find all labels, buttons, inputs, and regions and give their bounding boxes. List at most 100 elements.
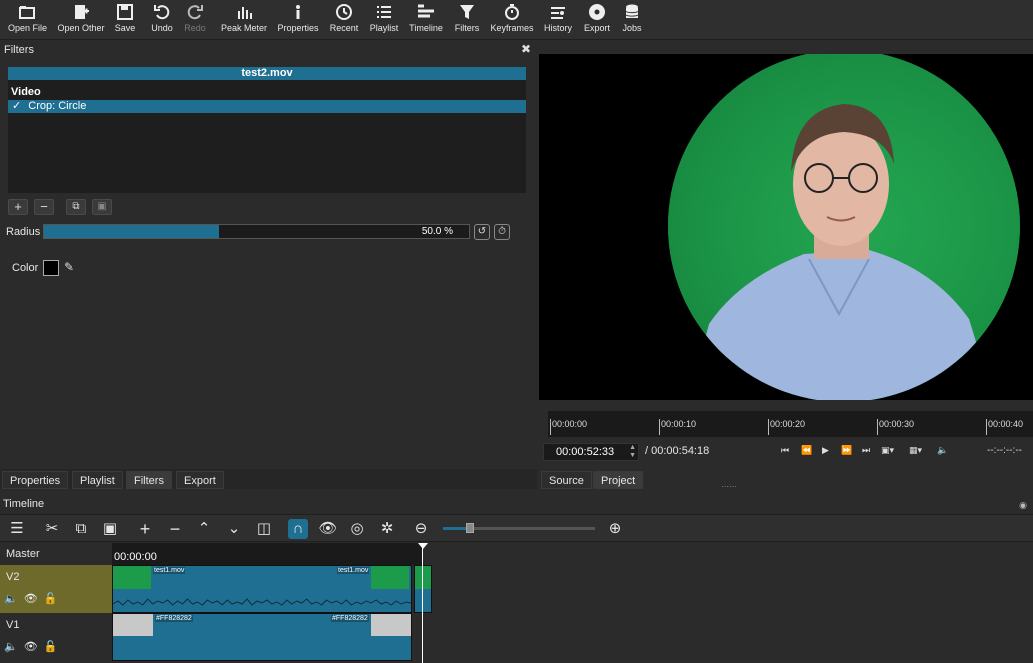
ruler-tick: 00:00:20 [768, 419, 805, 435]
open-file-label: Open File [8, 23, 48, 33]
current-time-field[interactable]: 00:00:52:33 ▲ ▼ [543, 443, 639, 461]
zoom-slider-handle[interactable] [466, 523, 474, 533]
visibility-icon[interactable]: 👁 [24, 641, 44, 653]
timeline-menu-icon[interactable]: ☰ [7, 519, 27, 539]
grid-icon[interactable]: ▦▾ [909, 445, 922, 456]
ruler-tick: 00:00:10 [659, 419, 696, 435]
timeline-ruler[interactable]: 00:00:00 [112, 543, 422, 565]
visibility-icon[interactable]: 👁 [24, 593, 44, 605]
mute-icon[interactable]: 🔈 [4, 641, 24, 653]
open-other-label: Open Other [57, 23, 105, 33]
clip-test2-v2[interactable] [414, 565, 432, 613]
close-icon[interactable]: ✖ [521, 42, 531, 56]
playhead[interactable] [422, 543, 423, 663]
recent-button[interactable]: Recent [328, 3, 360, 37]
eyedropper-icon[interactable]: ✎ [64, 260, 78, 276]
overwrite-icon[interactable]: ⌄ [224, 519, 244, 539]
export-button[interactable]: Export [582, 3, 612, 37]
undo-button[interactable]: Undo [148, 3, 176, 37]
color-swatch[interactable] [43, 260, 59, 276]
float-panel-icon[interactable]: ◉ [1019, 500, 1027, 511]
zoom-fit-icon[interactable]: ▣▾ [881, 445, 894, 456]
radius-slider[interactable]: 50.0 % [43, 224, 470, 239]
history-icon [542, 3, 574, 23]
open-file-button[interactable]: Open File [8, 3, 48, 37]
ripple-all-icon[interactable]: ✲ [377, 519, 397, 539]
lock-icon[interactable]: 🔓 [44, 593, 64, 605]
video-preview[interactable] [539, 54, 1033, 400]
redo-button[interactable]: Redo [182, 3, 208, 37]
tab-properties[interactable]: Properties [2, 471, 69, 489]
snap-magnet-icon[interactable]: ∩ [288, 519, 308, 539]
volume-icon[interactable]: 🔈 [937, 445, 948, 456]
keyframe-radius-button[interactable]: ⏱ [494, 224, 510, 240]
tab-playlist[interactable]: Playlist [72, 471, 123, 489]
clip-thumbnail [415, 566, 431, 589]
fast-forward-icon[interactable]: ⏩ [841, 445, 852, 456]
ripple-delete-icon[interactable]: − [165, 519, 185, 539]
history-button[interactable]: History [542, 3, 574, 37]
splitter-handle[interactable]: ⋯⋯ [721, 482, 737, 491]
clip-color-v1[interactable]: #FF828282 #FF828282 [112, 613, 412, 661]
filters-button[interactable]: Filters [452, 3, 482, 37]
remove-filter-button[interactable]: − [34, 199, 54, 215]
playlist-button[interactable]: Playlist [368, 3, 400, 37]
zoom-slider[interactable] [443, 523, 595, 533]
list-icon [368, 3, 400, 23]
clip-label: #FF828282 [155, 615, 193, 622]
player-ruler[interactable]: 00:00:00 00:00:10 00:00:20 00:00:30 00:0… [548, 411, 1033, 437]
clip-test1-v2[interactable]: test1.mov test1.mov [112, 565, 412, 613]
tab-filters[interactable]: Filters [126, 471, 172, 489]
track-header-v1[interactable]: V1 🔈👁🔓 [0, 613, 112, 663]
tab-source[interactable]: Source [541, 471, 592, 489]
add-filter-button[interactable]: + [8, 199, 28, 215]
disc-icon [582, 3, 612, 23]
tab-project[interactable]: Project [593, 471, 644, 489]
zoom-out-icon[interactable]: ⊖ [411, 519, 431, 539]
skip-previous-icon[interactable]: ⏮ [781, 445, 789, 456]
export-label: Export [583, 23, 610, 33]
keyframes-button[interactable]: Keyframes [490, 3, 534, 37]
reset-radius-button[interactable]: ↺ [474, 224, 490, 240]
peak-meter-button[interactable]: Peak Meter [220, 3, 268, 37]
open-other-button[interactable]: Open Other [56, 3, 106, 37]
clip-thumbnail [113, 566, 151, 589]
timeline-button[interactable]: Timeline [408, 3, 444, 37]
info-icon [276, 3, 320, 23]
split-icon[interactable]: ◫ [254, 519, 274, 539]
lift-icon[interactable]: ⌃ [194, 519, 214, 539]
stopwatch-icon [490, 3, 534, 23]
play-icon[interactable]: ▶ [822, 445, 829, 456]
timeline-tracks[interactable]: 00:00:00 test1.mov test1.mov #FF828282 #… [112, 543, 1033, 663]
append-icon[interactable]: + [135, 519, 155, 539]
tab-export[interactable]: Export [176, 471, 224, 489]
scrub-eye-icon[interactable]: 👁 [318, 519, 338, 539]
ripple-icon[interactable]: ◎ [347, 519, 367, 539]
ruler-tick: 00:00:00 [550, 419, 587, 435]
filters-panel-title: Filters [4, 44, 34, 56]
ruler-tick: 00:00:30 [877, 419, 914, 435]
track-headers: Master V2 🔈👁🔓 V1 🔈👁🔓 [0, 543, 112, 663]
filter-item-label: Crop: Circle [28, 100, 87, 112]
timeline-title: Timeline [3, 498, 45, 510]
copy-icon[interactable]: ⧉ [71, 519, 91, 539]
paste-filter-button[interactable]: ▣ [92, 199, 112, 215]
properties-button[interactable]: Properties [276, 3, 320, 37]
track-header-v2[interactable]: V2 🔈👁🔓 [0, 565, 112, 613]
mute-icon[interactable]: 🔈 [4, 593, 24, 605]
lock-icon[interactable]: 🔓 [44, 641, 64, 653]
zoom-in-icon[interactable]: ⊕ [605, 519, 625, 539]
playhead-marker[interactable] [418, 543, 428, 549]
preview-frame [539, 54, 1033, 400]
paste-icon[interactable]: ▣ [100, 519, 120, 539]
jobs-button[interactable]: Jobs [620, 3, 644, 37]
save-button[interactable]: Save [112, 3, 138, 37]
cut-icon[interactable]: ✂ [42, 519, 62, 539]
time-spin-icon[interactable]: ▲ ▼ [629, 444, 636, 460]
timeline-label: Timeline [409, 23, 443, 33]
filter-item-crop-circle[interactable]: ✓ Crop: Circle [8, 100, 526, 113]
rewind-icon[interactable]: ⏪ [801, 445, 812, 456]
filter-checkbox[interactable]: ✓ [12, 100, 21, 112]
copy-filter-button[interactable]: ⧉ [66, 199, 86, 215]
skip-next-icon[interactable]: ⏭ [862, 445, 870, 456]
